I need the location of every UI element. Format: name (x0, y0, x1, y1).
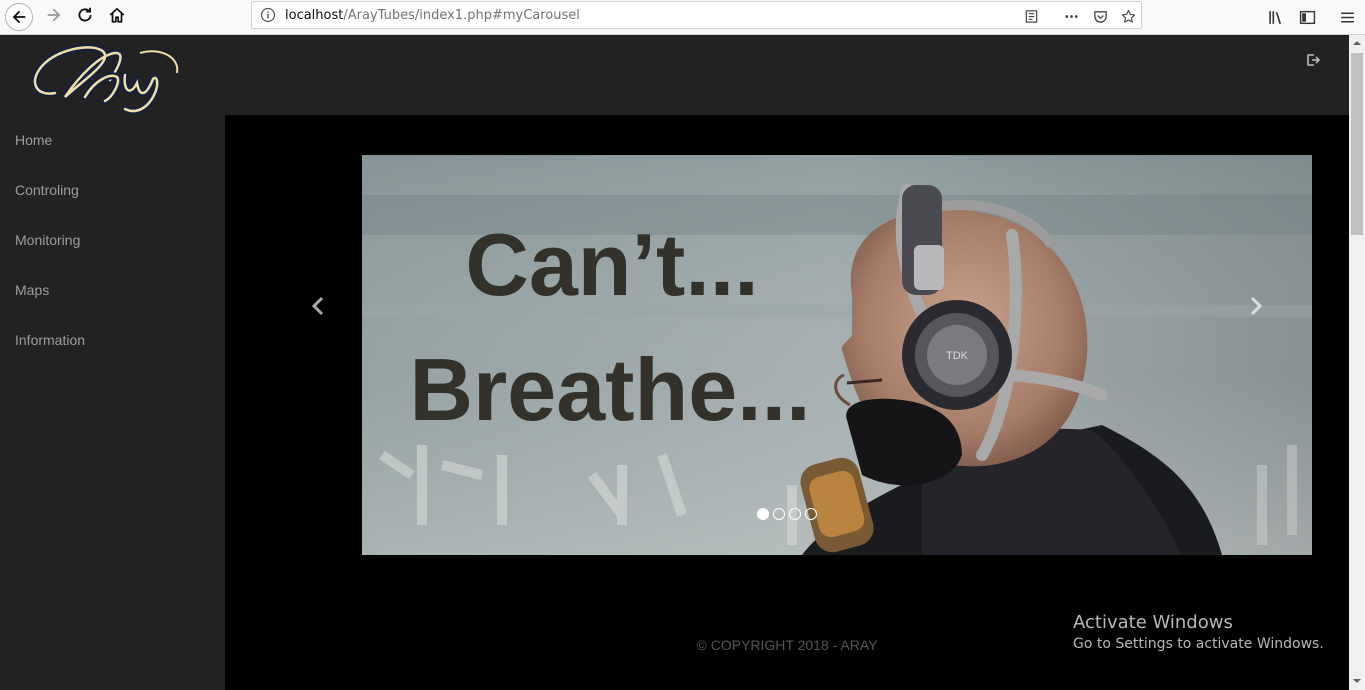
reload-icon (76, 6, 94, 29)
watermark-subtitle: Go to Settings to activate Windows. (1073, 636, 1324, 652)
chevron-right-icon (1250, 296, 1263, 316)
carousel-indicators (757, 508, 817, 520)
forward-button[interactable] (40, 3, 68, 31)
address-bar[interactable]: localhost/ArayTubes/index1.php#myCarouse… (251, 1, 1142, 29)
sidebar: Home Controling Monitoring Maps Informat… (0, 35, 225, 690)
slide-caption-line1: Can’t... (465, 215, 758, 314)
main-content: TDK Can’t... Breathe... © COPYRIGHT 2018… (225, 115, 1349, 690)
url-text[interactable]: localhost/ArayTubes/index1.php#myCarouse… (285, 8, 580, 23)
sidebar-item-home[interactable]: Home (0, 115, 225, 165)
activate-windows-watermark: Activate Windows Go to Settings to activ… (1073, 612, 1324, 652)
back-button[interactable] (5, 3, 33, 31)
chevron-left-icon (311, 296, 324, 316)
watermark-title: Activate Windows (1073, 612, 1233, 633)
url-host: localhost (285, 8, 344, 23)
top-header (225, 35, 1349, 115)
scroll-down-icon[interactable] (1352, 676, 1362, 686)
aray-logo[interactable] (25, 35, 185, 115)
home-icon (108, 6, 126, 29)
browser-toolbar: localhost/ArayTubes/index1.php#myCarouse… (0, 0, 1365, 35)
reader-view-icon[interactable] (1022, 7, 1040, 25)
reload-button[interactable] (71, 3, 99, 31)
info-icon[interactable] (260, 7, 276, 23)
carousel-indicator-1[interactable] (757, 508, 769, 520)
sidebar-item-monitoring[interactable]: Monitoring (0, 215, 225, 265)
hamburger-menu-icon[interactable] (1336, 6, 1358, 28)
slide-image: TDK Can’t... Breathe... (362, 155, 1312, 555)
library-icon[interactable] (1265, 6, 1287, 28)
url-path: /ArayTubes/index1.php#myCarousel (343, 8, 580, 23)
more-actions-icon[interactable] (1062, 7, 1080, 25)
slide-caption-line2: Breathe... (409, 340, 810, 439)
scrollbar-thumb[interactable] (1351, 53, 1363, 235)
sidebar-item-controling[interactable]: Controling (0, 165, 225, 215)
carousel-indicator-3[interactable] (789, 508, 801, 520)
sidebar-item-maps[interactable]: Maps (0, 265, 225, 315)
carousel-prev-button[interactable] (303, 291, 333, 321)
carousel-indicator-4[interactable] (805, 508, 817, 520)
headphone-brand-text: TDK (946, 350, 969, 362)
sidebar-toggle-icon[interactable] (1296, 6, 1318, 28)
back-icon (5, 3, 33, 31)
forward-icon (45, 6, 63, 29)
page-scrollbar[interactable] (1349, 35, 1365, 690)
carousel-indicator-2[interactable] (773, 508, 785, 520)
bookmark-star-icon[interactable] (1119, 7, 1137, 25)
home-button[interactable] (103, 3, 131, 31)
sign-out-icon[interactable] (1305, 52, 1321, 68)
sidebar-item-information[interactable]: Information (0, 315, 225, 365)
pocket-icon[interactable] (1091, 7, 1109, 25)
side-menu: Home Controling Monitoring Maps Informat… (0, 115, 225, 365)
carousel-next-button[interactable] (1241, 291, 1271, 321)
carousel: TDK Can’t... Breathe... (362, 155, 1312, 555)
scroll-up-icon[interactable] (1352, 38, 1362, 48)
carousel-slide: TDK Can’t... Breathe... (362, 155, 1312, 555)
